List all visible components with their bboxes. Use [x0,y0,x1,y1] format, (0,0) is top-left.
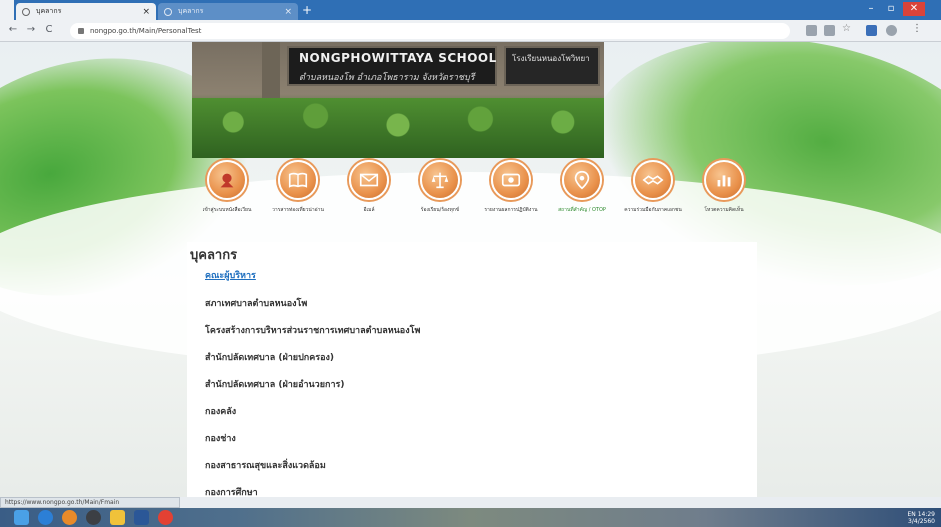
quick-link-label: เข้าสู่ระบบหนังสือเวียน [202,207,252,213]
quick-link-cooperation[interactable]: ความร่วมมือกับภาคเอกชน [618,160,688,214]
handshake-icon [633,160,673,200]
personnel-panel: บุคลากร คณะผู้บริหาร สภาเทศบาลตำบลหนองโพ… [187,242,757,497]
translate-icon[interactable] [806,25,817,36]
page-title: บุคลากร [190,248,238,263]
favicon-icon [164,7,172,16]
school-name-en: NONGPHOWITTAYA SCHOOL [299,51,497,65]
star-icon[interactable]: ☆ [842,23,853,34]
tab-close-icon[interactable]: × [284,7,292,17]
url-text: nongpo.go.th/Main/PersonalTest [90,27,202,35]
menu-item-finance[interactable]: กองคลัง [205,404,236,418]
back-button[interactable]: ← [6,24,20,35]
favicon-icon [22,7,30,16]
tab-inactive[interactable]: บุคลากร × [158,3,298,20]
banner-pillar [262,42,280,102]
quick-link-report[interactable]: รายงานผลการปฏิบัติงาน [476,160,546,214]
file-explorer-icon[interactable] [110,510,125,525]
start-icon[interactable] [14,510,29,525]
forward-button[interactable]: → [24,24,38,35]
menu-item-education[interactable]: กองการศึกษา [205,485,258,497]
mail-icon [349,160,389,200]
zoom-icon[interactable] [824,25,835,36]
new-tab-button[interactable]: + [302,3,312,17]
tab-strip-edge [0,0,14,20]
maximize-button[interactable]: ▫ [882,2,900,16]
tab-strip: บุคลากร × บุคลากร × + – ▫ ✕ [0,0,941,20]
quick-link-complaint[interactable]: ร้องเรียน/ร้องทุกข์ [405,160,475,214]
school-sign-right: โรงเรียนหนองโพวิทยา [504,46,600,86]
quick-link-label: โหวตความคิดเห็น [704,207,744,213]
firefox-icon[interactable] [62,510,77,525]
menu-item-structure[interactable]: โครงสร้างการบริหารส่วนราชการเทศบาลตำบลหน… [205,323,420,337]
profile-icon[interactable] [886,25,897,36]
tab-active[interactable]: บุคลากร × [16,3,156,20]
menu-item-admin-govern[interactable]: สำนักปลัดเทศบาล (ฝ่ายปกครอง) [205,350,334,364]
extension-icon[interactable] [866,25,877,36]
chrome-icon[interactable] [158,510,173,525]
school-address-th: ตำบลหนองโพ อำเภอโพธาราม จังหวัดราชบุรี [299,73,475,83]
info-icon[interactable] [78,28,84,34]
system-tray[interactable]: EN 14:29 3/4/2560 [908,511,936,525]
minimize-button[interactable]: – [862,2,880,16]
media-icon [491,160,531,200]
page-viewport: NONGPHOWITTAYA SCHOOL ตำบลหนองโพ อำเภอโพ… [0,42,941,497]
quick-link-journal[interactable]: วารสารท่องเที่ยวน่าอ่าน [263,160,333,214]
close-window-button[interactable]: ✕ [903,2,925,16]
scales-icon [420,160,460,200]
quick-link-label: ความร่วมมือกับภาคเอกชน [624,207,682,213]
taskbar: EN 14:29 3/4/2560 [0,508,941,527]
tab-close-icon[interactable]: × [142,7,150,17]
menu-item-engineering[interactable]: กองช่าง [205,431,236,445]
hedge-image [192,98,604,158]
quick-link-label: ร้องเรียน/ร้องทุกข์ [420,207,460,213]
quick-link-places[interactable]: สถานที่สำคัญ / OTOP [547,160,617,214]
school-name-th: โรงเรียนหนองโพวิทยา [512,54,590,63]
tab-label: บุคลากร [36,7,62,15]
tray-time: 14:29 [917,511,935,518]
quick-link-label: รายงานผลการปฏิบัติงาน [484,207,538,213]
quick-links-bar: เข้าสู่ระบบหนังสือเวียน วารสารท่องเที่ยว… [192,160,756,222]
chart-icon [704,160,744,200]
quick-link-email[interactable]: อีเมล์ [334,160,404,214]
executives-link[interactable]: คณะผู้บริหาร [205,268,256,282]
menu-item-admin-general[interactable]: สำนักปลัดเทศบาล (ฝ่ายอำนวยการ) [205,377,344,391]
media-player-icon[interactable] [86,510,101,525]
menu-item-health[interactable]: กองสาธารณสุขและสิ่งแวดล้อม [205,458,326,472]
header-banner: NONGPHOWITTAYA SCHOOL ตำบลหนองโพ อำเภอโพ… [192,42,604,158]
menu-icon[interactable]: ⋮ [912,23,923,34]
address-bar[interactable]: nongpo.go.th/Main/PersonalTest [70,23,790,39]
pin-icon [562,160,602,200]
quick-link-vote[interactable]: โหวตความคิดเห็น [689,160,759,214]
quick-link-circular[interactable]: เข้าสู่ระบบหนังสือเวียน [192,160,262,214]
school-sign: NONGPHOWITTAYA SCHOOL ตำบลหนองโพ อำเภอโพ… [287,46,497,86]
quick-link-label: อีเมล์ [363,207,375,213]
internet-explorer-icon[interactable] [38,510,53,525]
menu-item-council[interactable]: สภาเทศบาลตำบลหนองโพ [205,296,307,310]
browser-toolbar: ← → C nongpo.go.th/Main/PersonalTest ☆ ⋮ [0,20,941,42]
quick-link-label: วารสารท่องเที่ยวน่าอ่าน [272,207,324,213]
quick-link-label: สถานที่สำคัญ / OTOP [558,207,606,213]
tray-language[interactable]: EN [908,511,916,518]
word-icon[interactable] [134,510,149,525]
reload-button[interactable]: C [42,24,56,35]
emblem-icon [207,160,247,200]
status-link-preview: https://www.nongpo.go.th/Main/Fmain [0,497,180,508]
tab-label: บุคลากร [178,7,204,15]
tray-date: 3/4/2560 [908,518,935,525]
book-icon [278,160,318,200]
